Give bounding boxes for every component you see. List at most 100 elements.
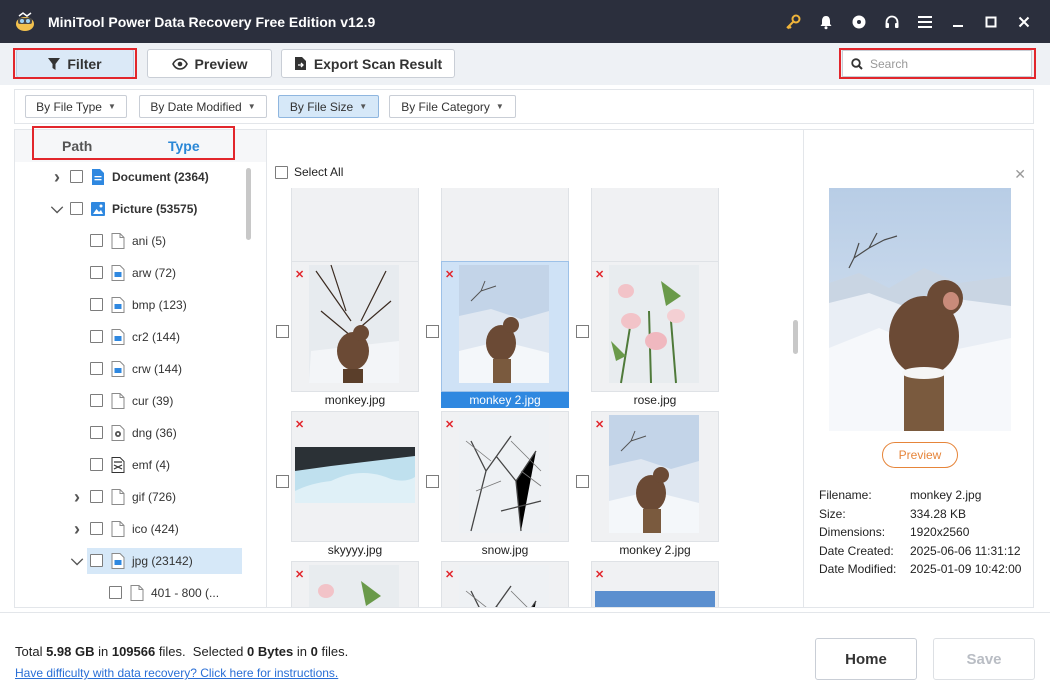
tab-path[interactable]: Path: [62, 138, 92, 154]
info-key: Size:: [819, 506, 846, 521]
select-all[interactable]: Select All: [275, 165, 343, 179]
chevron-right-icon[interactable]: ›: [72, 519, 82, 539]
tree-checkbox[interactable]: [70, 202, 83, 215]
by-file-type-dropdown[interactable]: By File Type ▼: [25, 95, 127, 118]
tree-row[interactable]: crw (144): [15, 356, 247, 382]
search-input[interactable]: [870, 56, 1020, 71]
chevron-down-icon[interactable]: ⌵: [71, 552, 83, 569]
maximize-icon[interactable]: [974, 0, 1007, 43]
tree-row[interactable]: 401 - 800 (...: [15, 580, 247, 606]
file-checkbox[interactable]: [276, 325, 289, 338]
preview-file-button[interactable]: Preview: [882, 442, 958, 468]
chevron-down-icon[interactable]: ⌵: [51, 200, 63, 217]
file-thumbnail[interactable]: ✕: [591, 261, 719, 392]
file-thumbnail[interactable]: ✕: [441, 261, 569, 392]
home-button[interactable]: Home: [815, 638, 917, 680]
image-file-icon: [111, 361, 125, 377]
export-scan-result-button[interactable]: Export Scan Result: [281, 49, 455, 78]
disc-icon[interactable]: [842, 0, 875, 43]
file-card[interactable]: ✕ monkey 2.jpg: [426, 261, 569, 411]
tree-checkbox[interactable]: [70, 170, 83, 183]
by-file-size-label: By File Size: [289, 99, 354, 114]
tree-checkbox[interactable]: [109, 586, 122, 599]
tree-row[interactable]: cur (39): [15, 388, 247, 414]
grid-scrollbar[interactable]: [793, 320, 798, 354]
tree-row[interactable]: ⌵ jpg (23142): [71, 548, 242, 574]
file-thumbnail[interactable]: ✕: [591, 411, 719, 542]
selected-size: 0 Bytes: [247, 644, 294, 659]
info-row: Size: 334.28 KB: [819, 505, 1021, 524]
file-thumbnail[interactable]: ✕: [291, 561, 419, 607]
file-checkbox[interactable]: [576, 475, 589, 488]
tree-row[interactable]: ⌵ Picture (53575): [15, 196, 247, 222]
tree-row[interactable]: › Document (2364): [15, 164, 247, 190]
tree-label: dng (36): [132, 426, 177, 440]
file-thumbnail[interactable]: [441, 188, 569, 262]
file-thumbnail[interactable]: [291, 188, 419, 262]
menu-icon[interactable]: [908, 0, 941, 43]
tree-label: cur (39): [132, 394, 174, 408]
close-icon[interactable]: [1007, 0, 1040, 43]
tree-checkbox[interactable]: [90, 554, 103, 567]
tree-scrollbar[interactable]: [246, 168, 251, 240]
file-thumbnail[interactable]: ✕: [291, 261, 419, 392]
file-card[interactable]: ✕ monkey.jpg: [276, 261, 419, 411]
tree-label: ani (5): [132, 234, 167, 248]
tree-row[interactable]: cr2 (144): [15, 324, 247, 350]
minimize-icon[interactable]: [941, 0, 974, 43]
headset-icon[interactable]: [875, 0, 908, 43]
by-file-size-dropdown[interactable]: By File Size ▼: [278, 95, 379, 118]
by-date-modified-dropdown[interactable]: By Date Modified ▼: [139, 95, 267, 118]
tree-checkbox[interactable]: [90, 362, 103, 375]
main-area: Path Type › Document (2364) ⌵ Picture (5357…: [14, 129, 1034, 608]
chevron-right-icon[interactable]: ›: [72, 487, 82, 507]
bell-icon[interactable]: [809, 0, 842, 43]
tree-row[interactable]: › gif (726): [15, 484, 247, 510]
file-thumbnail[interactable]: ✕: [441, 561, 569, 607]
tree-checkbox[interactable]: [90, 266, 103, 279]
file-checkbox[interactable]: [576, 325, 589, 338]
deleted-mark-icon: ✕: [595, 269, 605, 281]
file-card[interactable]: ✕ rose.jpg: [576, 261, 719, 411]
preview-button[interactable]: Preview: [147, 49, 272, 78]
chevron-right-icon[interactable]: ›: [52, 167, 62, 187]
tree-checkbox[interactable]: [90, 490, 103, 503]
file-thumbnail[interactable]: ✕: [591, 561, 719, 607]
tab-type[interactable]: Type: [168, 138, 200, 154]
tree-row[interactable]: › ico (424): [15, 516, 247, 542]
file-card[interactable]: ✕ skyyyy.jpg: [276, 411, 419, 561]
search-box[interactable]: [842, 50, 1032, 77]
save-button[interactable]: Save: [933, 638, 1035, 680]
tree-row[interactable]: emf (4): [15, 452, 247, 478]
file-card[interactable]: ✕ snow.jpg: [426, 411, 569, 561]
preview-panel: ✕ Preview Filename: monkey 2.jpg Size: 334.…: [803, 130, 1034, 607]
tree-checkbox[interactable]: [90, 394, 103, 407]
file-card[interactable]: ✕ monkey 2.jpg: [576, 411, 719, 561]
file-card[interactable]: ✕: [441, 561, 569, 607]
help-link[interactable]: Have difficulty with data recovery? Clic…: [15, 666, 338, 680]
file-checkbox[interactable]: [426, 475, 439, 488]
tree-row[interactable]: ani (5): [15, 228, 247, 254]
tree-checkbox[interactable]: [90, 330, 103, 343]
tree-row[interactable]: dng (36): [15, 420, 247, 446]
file-card[interactable]: ✕: [291, 561, 419, 607]
filter-button[interactable]: Filter: [16, 49, 134, 78]
tree-checkbox[interactable]: [90, 426, 103, 439]
tree-row[interactable]: bmp (123): [15, 292, 247, 318]
tree-row[interactable]: arw (72): [15, 260, 247, 286]
select-all-checkbox[interactable]: [275, 165, 288, 179]
key-icon[interactable]: [776, 0, 809, 43]
file-thumbnail[interactable]: ✕: [441, 411, 569, 542]
tree-checkbox[interactable]: [90, 522, 103, 535]
file-thumbnail[interactable]: [591, 188, 719, 262]
file-card[interactable]: ✕: [591, 561, 719, 607]
tree-checkbox[interactable]: [90, 234, 103, 247]
tree-checkbox[interactable]: [90, 298, 103, 311]
by-file-category-dropdown[interactable]: By File Category ▼: [389, 95, 516, 118]
file-checkbox[interactable]: [276, 475, 289, 488]
file-thumbnail[interactable]: ✕: [291, 411, 419, 542]
deleted-mark-icon: ✕: [595, 569, 605, 581]
close-preview-icon[interactable]: ✕: [1014, 166, 1026, 183]
file-checkbox[interactable]: [426, 325, 439, 338]
tree-checkbox[interactable]: [90, 458, 103, 471]
